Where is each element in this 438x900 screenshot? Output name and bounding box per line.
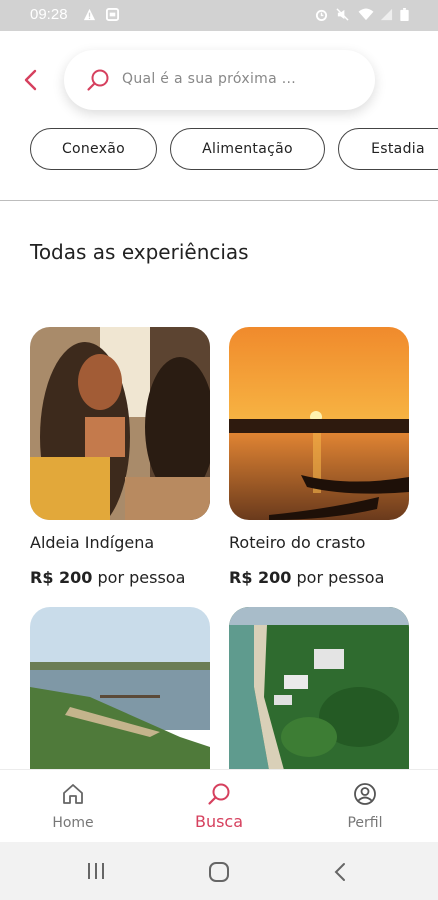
- profile-icon: [354, 783, 376, 805]
- nav-perfil[interactable]: Perfil: [315, 770, 415, 843]
- warning-icon: [83, 8, 96, 21]
- sunset-canoe-photo: [229, 327, 409, 520]
- price-unit: por pessoa: [97, 568, 186, 587]
- nav-home-label: Home: [52, 815, 94, 831]
- nav-home[interactable]: Home: [23, 770, 123, 843]
- alarm-icon: [315, 9, 328, 21]
- experience-card-image[interactable]: [30, 607, 210, 770]
- mute-icon: [336, 8, 349, 21]
- chevron-left-icon: [24, 69, 37, 91]
- home-icon: [63, 784, 83, 804]
- nav-perfil-label: Perfil: [347, 815, 383, 831]
- category-chip-alimentacao[interactable]: Alimentação: [170, 128, 325, 170]
- nav-busca-label: Busca: [194, 812, 244, 831]
- price-amount: R$ 200: [30, 568, 93, 587]
- system-nav-bar: [0, 842, 438, 900]
- wifi-icon: [358, 8, 374, 21]
- status-bar: 09:28: [0, 0, 438, 31]
- category-chip-conexao[interactable]: Conexão: [30, 128, 157, 170]
- price-unit: por pessoa: [296, 568, 385, 587]
- status-time: 09:28: [30, 6, 68, 23]
- back-icon[interactable]: [333, 862, 347, 882]
- bottom-nav: Home Busca Perfil: [0, 769, 438, 842]
- indigenous-village-photo: [30, 327, 210, 520]
- search-input[interactable]: Qual é a sua próxima ...: [64, 50, 375, 110]
- price-amount: R$ 200: [229, 568, 292, 587]
- experience-card-price: R$ 200 por pessoa: [30, 568, 185, 587]
- image-icon: [106, 8, 119, 21]
- battery-icon: [400, 8, 409, 21]
- back-button[interactable]: [14, 63, 48, 97]
- search-placeholder: Qual é a sua próxima ...: [122, 71, 296, 87]
- experience-card-title[interactable]: Aldeia Indígena: [30, 533, 154, 552]
- signal-icon: [380, 8, 393, 21]
- experience-card-image[interactable]: [229, 327, 409, 520]
- nav-busca[interactable]: Busca: [169, 770, 269, 843]
- search-icon: [208, 783, 230, 805]
- divider: [0, 200, 438, 201]
- experience-card-price: R$ 200 por pessoa: [229, 568, 384, 587]
- home-circle-icon[interactable]: [208, 861, 230, 883]
- search-icon: [87, 69, 109, 91]
- experience-card-image[interactable]: [229, 607, 409, 770]
- aerial-coast-photo: [229, 607, 409, 770]
- lagoon-shore-photo: [30, 607, 210, 770]
- experience-card-title[interactable]: Roteiro do crasto: [229, 533, 365, 552]
- category-chip-estadia[interactable]: Estadia: [338, 128, 438, 170]
- experience-card-image[interactable]: [30, 327, 210, 520]
- section-title: Todas as experiências: [30, 240, 249, 264]
- recents-icon[interactable]: [86, 862, 106, 880]
